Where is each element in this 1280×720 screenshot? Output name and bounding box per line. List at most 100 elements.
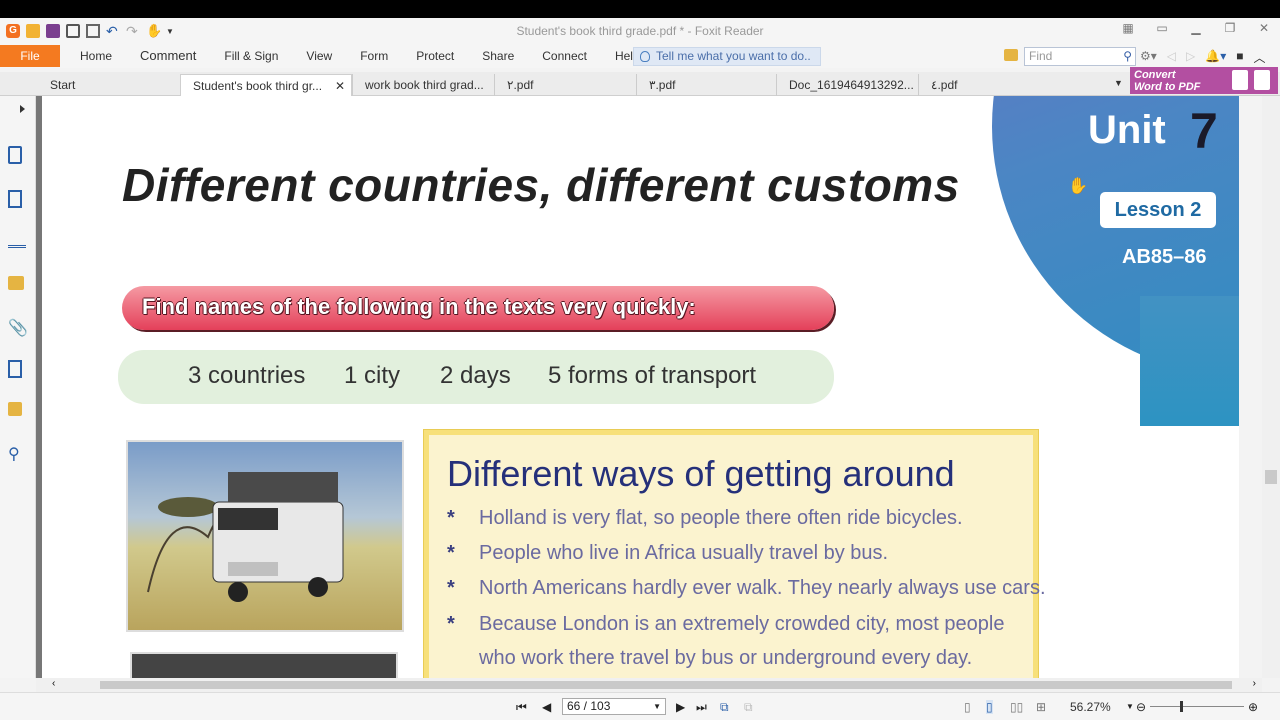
bullet-north-america: * North Americans hardly ever walk. They … xyxy=(447,577,1046,599)
bullet-london: * Because London is an extremely crowded … xyxy=(447,613,1005,635)
zoom-out-icon[interactable]: ⊖ xyxy=(1136,700,1146,714)
zoom-in-icon[interactable]: ⊕ xyxy=(1248,700,1258,714)
document-view[interactable]: Unit 7 Lesson 2 AB85–86 Different countr… xyxy=(36,96,1239,678)
window-controls: ▦ ▭ ▁ ❐ ✕ xyxy=(1120,21,1272,35)
tab-doc[interactable]: Doc_1619464913292... xyxy=(776,74,918,96)
text-box: Different ways of getting around * Hollan… xyxy=(423,429,1046,678)
maximize-button[interactable]: ❐ xyxy=(1222,21,1238,35)
horizontal-scrollbar[interactable]: ‹ › xyxy=(36,678,1262,692)
right-tools: ⚙▾ ◁ ▷ 🔔▾ ■ ︿ xyxy=(1140,49,1265,66)
box-title: Different ways of getting around xyxy=(447,453,955,494)
item-transport: 5 forms of transport xyxy=(548,362,757,389)
previous-view-icon[interactable]: ⧉ xyxy=(720,700,729,715)
forward-icon[interactable]: ▷ xyxy=(1186,49,1195,66)
menu-share[interactable]: Share xyxy=(468,44,528,68)
menu-fill-sign[interactable]: Fill & Sign xyxy=(210,44,292,68)
foxit-reader-window: G ↶ ↷ ✋ ▼ Student's book third grade.pdf… xyxy=(0,18,1280,720)
page-dropdown-icon[interactable]: ▼ xyxy=(653,699,661,714)
layers-icon[interactable] xyxy=(8,234,26,248)
second-photo xyxy=(130,652,398,678)
comments-icon[interactable] xyxy=(8,276,24,290)
tab-students-book[interactable]: Student's book third gr... ✕ xyxy=(180,74,352,96)
continuous-facing-view-icon[interactable]: ⊞ xyxy=(1036,700,1046,714)
single-page-view-icon[interactable]: ▯ xyxy=(964,700,971,714)
scroll-right-icon[interactable]: › xyxy=(1253,678,1256,689)
first-page-button[interactable]: ⏮ xyxy=(516,700,527,715)
zoom-dropdown-icon[interactable]: ▼ xyxy=(1126,702,1134,711)
file-menu[interactable]: File xyxy=(0,45,60,67)
unit-label: Unit xyxy=(1088,108,1166,152)
tab-pdf-2[interactable]: ٢.pdf xyxy=(494,74,636,96)
item-countries: 3 countries xyxy=(188,362,306,389)
instruction-banner: Find names of the following in the texts… xyxy=(122,286,834,330)
last-page-button[interactable]: ⏭ xyxy=(696,700,707,715)
zoom-slider-knob[interactable] xyxy=(1180,701,1183,712)
pages-icon[interactable] xyxy=(8,190,22,208)
attachment-icon[interactable]: 📎 xyxy=(8,318,28,338)
bullet-africa: * People who live in Africa usually trave… xyxy=(447,542,889,564)
notification-icon[interactable]: 🔔▾ xyxy=(1205,49,1226,66)
bookmark-icon[interactable] xyxy=(8,146,22,164)
zoom-slider[interactable] xyxy=(1150,701,1244,712)
signature-icon[interactable] xyxy=(8,360,22,378)
page-title: Different countries, different customs xyxy=(122,159,960,211)
facing-view-icon[interactable]: ▯▯ xyxy=(1010,700,1023,714)
bullet-london-continued: who work there travel by bus or undergro… xyxy=(479,647,973,669)
menu-view[interactable]: View xyxy=(292,44,346,68)
find-folder-icon[interactable] xyxy=(1004,49,1018,61)
restore-ribbon-icon[interactable]: ▭ xyxy=(1154,21,1170,35)
search-people-icon[interactable]: ⚲ xyxy=(8,444,28,464)
unit-number: 7 xyxy=(1190,103,1218,159)
activity-book-reference: AB85–86 xyxy=(1122,246,1207,268)
tell-me-search[interactable]: Tell me what you want to do.. xyxy=(633,47,821,66)
lesson-badge: Lesson 2 xyxy=(1100,192,1216,228)
expand-panel-icon[interactable] xyxy=(20,105,25,113)
page-number-input[interactable]: 66 / 103 ▼ xyxy=(562,698,666,715)
minimize-button[interactable]: ▁ xyxy=(1188,21,1204,35)
tab-list-dropdown-icon[interactable]: ▼ xyxy=(1114,78,1123,88)
bullet-holland: * Holland is very flat, so people there o… xyxy=(447,507,963,529)
find-input[interactable]: Find ⚲ xyxy=(1024,47,1136,66)
tab-work-book[interactable]: work book third grad... xyxy=(352,74,494,96)
left-navigation-panel: 📎 ⚲ xyxy=(0,96,36,678)
close-button[interactable]: ✕ xyxy=(1256,21,1272,35)
close-tab-icon[interactable]: ✕ xyxy=(335,75,345,96)
items-to-find: 3 countries 1 city 2 days 5 forms of tra… xyxy=(118,350,834,404)
tab-start[interactable]: Start xyxy=(38,74,178,96)
zoom-level[interactable]: 56.27% xyxy=(1070,700,1111,714)
horizontal-scroll-thumb[interactable] xyxy=(100,681,1232,689)
menu-protect[interactable]: Protect xyxy=(402,44,468,68)
word-doc-icon xyxy=(1232,70,1248,90)
tab-pdf-4[interactable]: ٤.pdf xyxy=(918,74,1062,96)
menu-home[interactable]: Home xyxy=(66,44,126,68)
item-days: 2 days xyxy=(440,362,511,389)
convert-word-to-pdf-button[interactable]: Convert Word to PDF xyxy=(1130,67,1278,94)
back-icon[interactable]: ◁ xyxy=(1167,49,1176,66)
vertical-scroll-thumb[interactable] xyxy=(1265,470,1277,484)
menu-comment[interactable]: Comment xyxy=(126,44,210,68)
tell-me-label: Tell me what you want to do.. xyxy=(656,49,811,63)
ribbon-menu: File Home Comment Fill & Sign View Form … xyxy=(0,44,1280,68)
ribbon-collapse-icon[interactable]: ︿ xyxy=(1253,49,1265,66)
title-bar: G ↶ ↷ ✋ ▼ Student's book third grade.pdf… xyxy=(0,18,1280,44)
scroll-left-icon[interactable]: ‹ xyxy=(52,678,55,689)
security-lock-icon[interactable] xyxy=(8,402,22,416)
lightbulb-icon xyxy=(640,51,650,62)
search-icon[interactable]: ⚲ xyxy=(1123,48,1132,65)
status-bar: ⏮ ◀ 66 / 103 ▼ ▶ ⏭ ⧉ ⧉ ▯ ▯ ▯▯ ⊞ 56.27% ▼… xyxy=(0,692,1280,720)
tab-pdf-3[interactable]: ٣.pdf xyxy=(636,74,776,96)
document-tabs: Start Student's book third gr... ✕ work … xyxy=(0,72,1280,96)
hand-cursor-icon: ✋ xyxy=(1068,178,1088,195)
next-view-icon[interactable]: ⧉ xyxy=(744,700,753,715)
next-page-button[interactable]: ▶ xyxy=(676,700,685,714)
vertical-scrollbar[interactable] xyxy=(1262,96,1280,678)
pdf-page: Unit 7 Lesson 2 AB85–86 Different countr… xyxy=(42,96,1239,678)
bus-in-africa-photo xyxy=(126,440,404,632)
layout-icon[interactable]: ▦ xyxy=(1120,21,1136,35)
user-icon[interactable]: ■ xyxy=(1236,49,1243,66)
continuous-view-icon[interactable]: ▯ xyxy=(986,700,993,714)
menu-connect[interactable]: Connect xyxy=(528,44,601,68)
previous-page-button[interactable]: ◀ xyxy=(542,700,551,714)
menu-form[interactable]: Form xyxy=(346,44,402,68)
settings-icon[interactable]: ⚙▾ xyxy=(1140,49,1157,66)
